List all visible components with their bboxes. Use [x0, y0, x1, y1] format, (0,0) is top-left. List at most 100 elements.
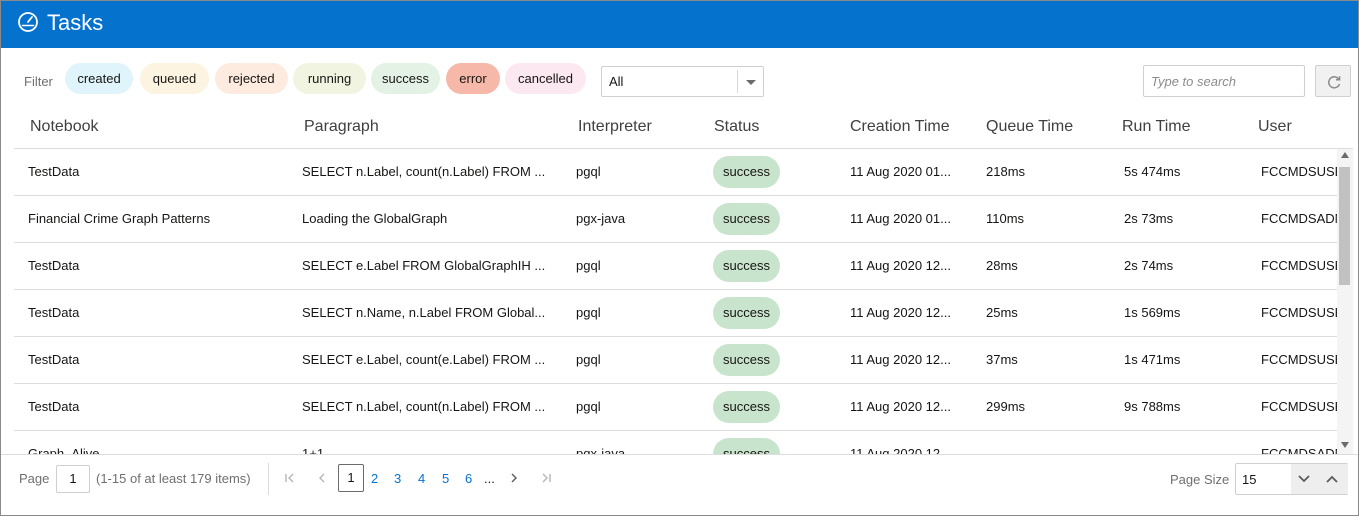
filter-chip-success[interactable]: success: [371, 63, 440, 94]
cell-queue-time: 25ms: [986, 305, 1018, 320]
status-select-value: All: [609, 74, 624, 89]
tasks-table: Notebook Paragraph Interpreter Status Cr…: [14, 107, 1353, 454]
filter-chip-cancelled[interactable]: cancelled: [505, 63, 586, 94]
first-page-icon[interactable]: [283, 471, 297, 485]
status-badge: success: [713, 203, 780, 235]
page-link-4[interactable]: 4: [418, 471, 425, 486]
filter-chip-running[interactable]: running: [293, 63, 366, 94]
page-range-text: (1-15 of at least 179 items): [96, 471, 251, 486]
column-header-run-time[interactable]: Run Time: [1122, 118, 1190, 136]
cell-creation-time: 11 Aug 2020 12...: [850, 399, 951, 414]
cell-paragraph: SELECT e.Label, count(e.Label) FROM ...: [302, 352, 546, 367]
cell-creation-time: 11 Aug 2020 01...: [850, 164, 951, 179]
cell-user: FCCMDSUSE: [1261, 305, 1339, 320]
page-link-3[interactable]: 3: [394, 471, 401, 486]
pagination-divider: [268, 463, 269, 495]
cell-interpreter: pgql: [576, 258, 601, 273]
cell-interpreter: pgql: [576, 305, 601, 320]
column-header-paragraph[interactable]: Paragraph: [304, 118, 379, 136]
column-header-status[interactable]: Status: [714, 118, 759, 136]
last-page-icon[interactable]: [539, 471, 553, 485]
cell-run-time: 9s 788ms: [1124, 399, 1181, 414]
filter-chip-rejected[interactable]: rejected: [215, 63, 288, 94]
caret-down-icon[interactable]: [744, 75, 758, 89]
column-header-queue-time[interactable]: Queue Time: [986, 118, 1073, 136]
table-row[interactable]: TestData SELECT e.Label FROM GlobalGraph…: [14, 243, 1339, 290]
scroll-down-icon[interactable]: [1341, 442, 1349, 448]
previous-page-icon[interactable]: [315, 471, 329, 485]
cell-creation-time: 11 Aug 2020 12...: [850, 352, 951, 367]
cell-interpreter: pgql: [576, 164, 601, 179]
column-header-interpreter[interactable]: Interpreter: [578, 118, 652, 136]
cell-queue-time: 37ms: [986, 352, 1018, 367]
page-number-input[interactable]: 1: [56, 465, 90, 493]
table-row[interactable]: TestData SELECT n.Label, count(n.Label) …: [14, 384, 1339, 431]
cell-paragraph: Loading the GlobalGraph: [302, 211, 448, 226]
cell-creation-time: 11 Aug 2020 12...: [850, 446, 951, 454]
table-vertical-scrollbar[interactable]: [1337, 149, 1353, 454]
cell-notebook: TestData: [28, 258, 80, 273]
cell-run-time: 1s 569ms: [1124, 305, 1181, 320]
cell-notebook: Graph_Alive: [28, 446, 100, 454]
next-page-icon[interactable]: [507, 471, 521, 485]
status-badge: success: [713, 250, 780, 282]
filter-chip-error[interactable]: error: [446, 63, 500, 94]
status-badge: success: [713, 344, 780, 376]
table-row[interactable]: Graph_Alive 1+1 pgx-java success 11 Aug …: [14, 431, 1339, 454]
chevron-down-icon[interactable]: [1297, 472, 1311, 486]
cell-notebook: Financial Crime Graph Patterns: [28, 211, 211, 226]
cell-notebook: TestData: [28, 399, 80, 414]
cell-user: FCCMDSUSE: [1261, 164, 1339, 179]
scroll-up-icon[interactable]: [1341, 152, 1349, 158]
table-row[interactable]: TestData SELECT n.Label, count(n.Label) …: [14, 149, 1339, 196]
status-select[interactable]: All: [601, 66, 764, 97]
filter-chip-created[interactable]: created: [65, 63, 133, 94]
tasks-window: Tasks Filter created queued rejected run…: [0, 0, 1359, 516]
page-link-5[interactable]: 5: [442, 471, 449, 486]
cell-user: FCCMDSUSE: [1261, 258, 1339, 273]
cell-run-time: 2s 74ms: [1124, 258, 1174, 273]
cell-notebook: TestData: [28, 352, 80, 367]
select-divider: [737, 70, 738, 93]
cell-interpreter: pgql: [576, 399, 601, 414]
scrollbar-thumb[interactable]: [1339, 167, 1350, 285]
cell-notebook: TestData: [28, 305, 80, 320]
cell-notebook: TestData: [28, 164, 80, 179]
cell-run-time: 2s 73ms: [1124, 211, 1174, 226]
page-size-label: Page Size: [1170, 472, 1230, 487]
cell-interpreter: pgx-java: [576, 446, 626, 454]
chevron-up-icon[interactable]: [1325, 472, 1339, 486]
search-box: [1143, 65, 1305, 97]
status-badge: success: [713, 156, 780, 188]
pagination-bar: Page 1 (1-15 of at least 179 items) 1 2 …: [1, 454, 1358, 504]
page-ellipsis: ...: [484, 471, 495, 486]
table-row[interactable]: TestData SELECT n.Name, n.Label FROM Glo…: [14, 290, 1339, 337]
page-title: Tasks: [47, 10, 104, 35]
cell-user: FCCMDSADM: [1261, 211, 1339, 226]
cell-paragraph: SELECT e.Label FROM GlobalGraphIH ...: [302, 258, 546, 273]
column-header-user[interactable]: User: [1258, 118, 1292, 136]
cell-creation-time: 11 Aug 2020 12...: [850, 258, 951, 273]
refresh-button[interactable]: [1315, 65, 1351, 97]
page-size-stepper[interactable]: 15: [1235, 463, 1348, 495]
current-page-button[interactable]: 1: [338, 464, 364, 492]
column-header-notebook[interactable]: Notebook: [30, 118, 99, 136]
cell-run-time: 1s 471ms: [1124, 352, 1181, 367]
table-row[interactable]: TestData SELECT e.Label, count(e.Label) …: [14, 337, 1339, 384]
table-body: TestData SELECT n.Label, count(n.Label) …: [14, 149, 1339, 454]
cell-paragraph: 1+1: [302, 446, 325, 454]
page-link-2[interactable]: 2: [371, 471, 378, 486]
page-link-6[interactable]: 6: [465, 471, 472, 486]
cell-user: FCCMDSUSE: [1261, 352, 1339, 367]
filter-chip-queued[interactable]: queued: [140, 63, 209, 94]
filter-label: Filter: [24, 74, 53, 89]
cell-queue-time: 110ms: [986, 211, 1025, 226]
cell-paragraph: SELECT n.Label, count(n.Label) FROM ...: [302, 399, 546, 414]
search-input[interactable]: [1144, 66, 1304, 96]
page-label: Page: [19, 471, 50, 486]
cell-queue-time: 218ms: [986, 164, 1026, 179]
cell-queue-time: 299ms: [986, 399, 1026, 414]
table-row[interactable]: Financial Crime Graph Patterns Loading t…: [14, 196, 1339, 243]
cell-user: FCCMDSUSE: [1261, 399, 1339, 414]
column-header-creation-time[interactable]: Creation Time: [850, 118, 950, 136]
